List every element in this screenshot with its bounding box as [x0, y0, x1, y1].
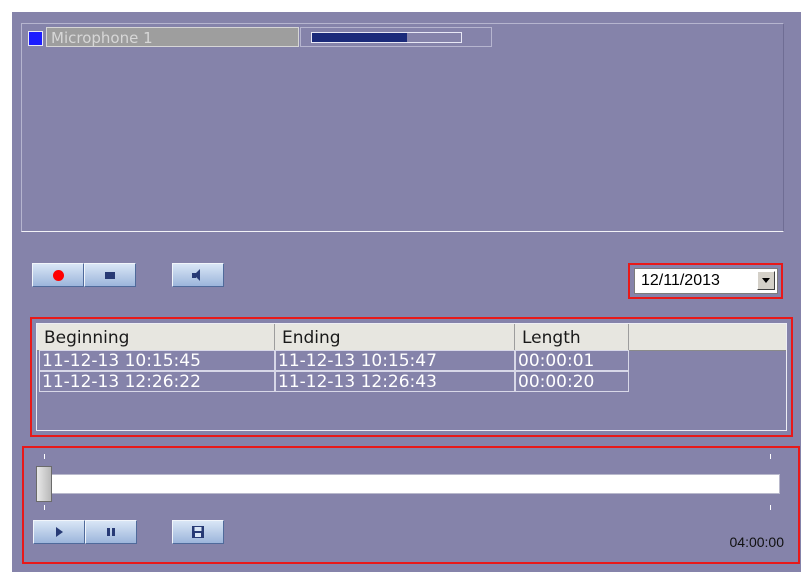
record-icon [52, 269, 64, 281]
microphone-name[interactable]: Microphone 1 [46, 27, 299, 47]
recording-beginning: 11-12-13 10:15:45 [39, 350, 275, 371]
play-button[interactable] [33, 520, 85, 544]
pause-button[interactable] [85, 520, 137, 544]
recording-ending: 11-12-13 10:15:47 [275, 350, 515, 371]
recordings-list-highlight: Beginning Ending Length 11-12-13 10:15:4… [30, 317, 793, 437]
microphone-level-track [311, 32, 462, 43]
recording-ending: 11-12-13 12:26:43 [275, 371, 515, 392]
playback-timeline-track[interactable] [40, 474, 780, 494]
column-header-length[interactable]: Length [515, 324, 629, 350]
microphone-level-meter [300, 27, 492, 47]
date-dropdown-button[interactable] [757, 271, 775, 290]
chevron-down-icon [762, 278, 770, 283]
speaker-button[interactable] [172, 263, 224, 287]
timeline-tick-start-bottom [44, 505, 45, 510]
date-value: 12/11/2013 [641, 272, 720, 289]
pause-icon [107, 528, 115, 536]
timeline-tick-end [770, 454, 771, 459]
stop-icon [105, 271, 115, 279]
playback-timeline-thumb[interactable] [36, 466, 52, 502]
timeline-tick-start [44, 454, 45, 459]
recording-length: 00:00:20 [515, 371, 629, 392]
save-icon [192, 526, 204, 538]
microphone-panel: Microphone 1 [21, 23, 784, 232]
microphone-color-swatch [28, 31, 43, 46]
recordings-list[interactable]: Beginning Ending Length 11-12-13 10:15:4… [36, 323, 787, 431]
speaker-icon [192, 269, 200, 281]
save-button[interactable] [172, 520, 224, 544]
record-button[interactable] [32, 263, 84, 287]
microphone-level-fill [312, 33, 408, 42]
playback-panel-highlight: 04:00:00 [22, 446, 800, 564]
column-header-beginning[interactable]: Beginning [37, 324, 275, 350]
date-picker-highlight: 12/11/2013 [628, 263, 783, 299]
column-header-ending[interactable]: Ending [275, 324, 515, 350]
timeline-tick-end-bottom [770, 505, 771, 510]
recording-length: 00:00:01 [515, 350, 629, 371]
playback-time: 04:00:00 [729, 534, 785, 550]
recording-beginning: 11-12-13 12:26:22 [39, 371, 275, 392]
play-icon [55, 527, 63, 537]
recordings-list-header: Beginning Ending Length [37, 324, 786, 351]
date-picker[interactable]: 12/11/2013 [634, 268, 778, 294]
stop-button[interactable] [84, 263, 136, 287]
